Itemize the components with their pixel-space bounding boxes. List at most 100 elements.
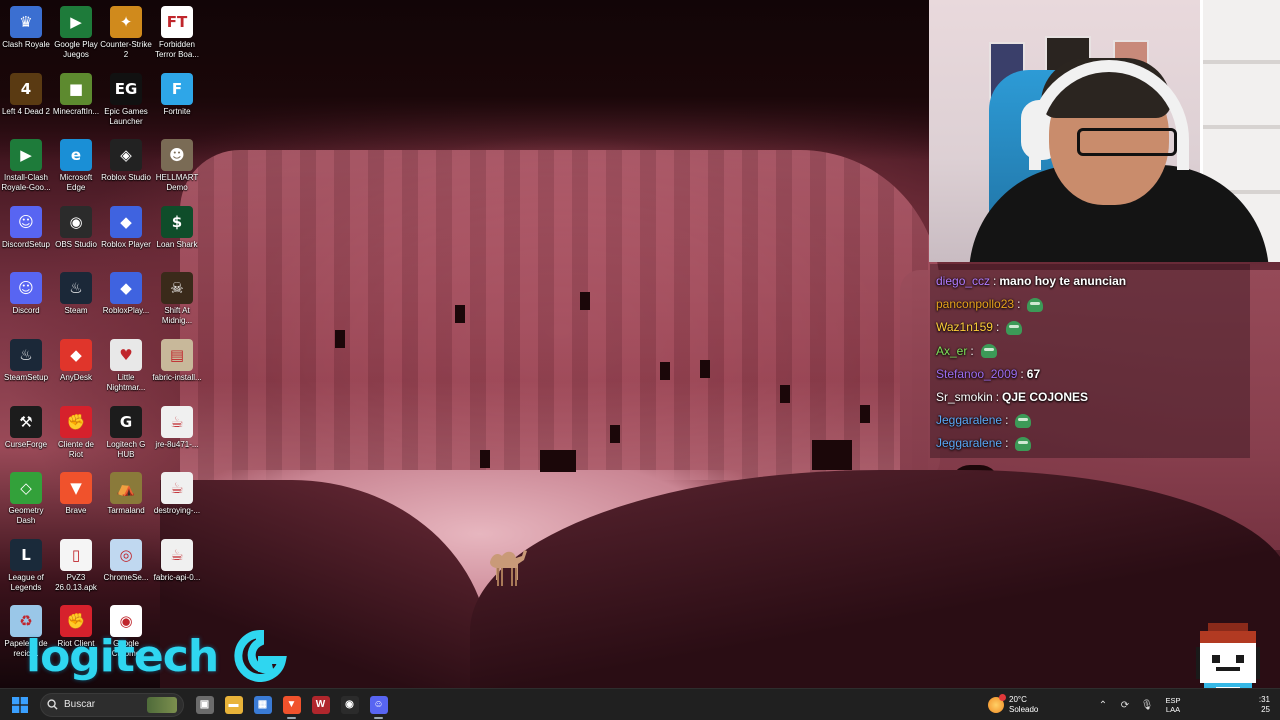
chat-message: Waz1n159: (936, 316, 1244, 339)
desktop-icon[interactable]: FT Forbidden Terror Boa... (151, 2, 203, 66)
desktop-icon[interactable]: $ Loan Shark (151, 202, 203, 266)
taskbar-app-task-view[interactable]: ▣ (190, 689, 219, 720)
webcam-glasses (1077, 128, 1177, 156)
chat-text: QJE COJONES (1002, 390, 1089, 405)
taskbar-app-obs[interactable]: ◉ (335, 689, 364, 720)
windows-logo-icon (12, 696, 28, 713)
desktop-icon-label: RobloxPlay... (102, 306, 150, 316)
chat-separator: : (970, 343, 974, 358)
chat-message: Jeggaralene: (936, 409, 1244, 432)
tray-microphone-icon[interactable]: 🎙 (1136, 689, 1158, 720)
wallpaper-door (480, 450, 490, 468)
desktop-icon[interactable]: ✦ Counter-Strike 2 (100, 2, 152, 66)
desktop-icon[interactable]: ▶ Google Play Juegos (50, 2, 102, 66)
desktop-icon-label: Tarmaland (107, 506, 145, 516)
desktop-icon[interactable]: ▼ Brave (50, 468, 102, 532)
chat-username: Waz1n159 (936, 320, 993, 335)
desktop-icon-label: League of Legends (8, 572, 44, 592)
desktop-icon[interactable]: ♛ Clash Royale (0, 2, 52, 66)
clock-date: 25 (1261, 705, 1270, 714)
app-icon: ☠ (161, 272, 193, 305)
camel-illustration (490, 550, 527, 586)
desktop-icon-label: DiscordSetup (1, 239, 51, 249)
app-icon: ♨ (60, 272, 92, 305)
taskbar-app-store[interactable]: ▦ (248, 689, 277, 720)
desktop-icon[interactable]: ▯ PvZ3 26.0.13.apk (50, 535, 102, 599)
wallpaper-door (812, 440, 852, 470)
desktop-icon[interactable]: ☺ DiscordSetup (0, 202, 52, 266)
desktop-icon-label: ChromeSe... (103, 572, 149, 582)
desktop-icon[interactable]: ◈ Roblox Studio (100, 135, 152, 199)
desktop-icon-label: Clash Royale (2, 40, 50, 49)
desktop-icon[interactable]: ☠ Shift At Midnig... (151, 268, 203, 332)
app-icon: ▶ (10, 139, 42, 172)
desktop-icon[interactable]: ◆ AnyDesk (50, 335, 102, 399)
taskbar-clock[interactable]: :31 25 (1259, 695, 1270, 715)
desktop-icon[interactable]: ◉ OBS Studio (50, 202, 102, 266)
chat-username: Sr_smokin (936, 390, 993, 405)
taskbar-app-file-explorer[interactable]: ▬ (219, 689, 248, 720)
logitech-g-icon (234, 630, 287, 682)
app-icon: ▯ (60, 538, 92, 571)
desktop-icon-label: Forbidden Terror Boa... (154, 40, 199, 59)
desktop-icon-label: Little Nightmar... (106, 373, 146, 392)
desktop-icon[interactable]: ✊ Cliente de Riot (50, 402, 102, 466)
app-icon: ▤ (161, 339, 193, 371)
stream-chat-overlay: diego_ccz: mano hoy te anuncian panconpoll… (930, 264, 1250, 458)
desktop-icon[interactable]: ☕ fabric-api-0... (151, 535, 203, 599)
taskbar-app-game[interactable]: W (306, 689, 335, 720)
chat-username: Ax_er (936, 343, 968, 358)
desktop-icon[interactable]: ◎ ChromeSe... (100, 535, 152, 599)
desktop-icon-label: destroying-... (153, 506, 201, 516)
taskbar-app-brave[interactable]: ▼ (277, 689, 306, 720)
desktop-icon[interactable]: ▤ fabric-install... (151, 335, 203, 399)
taskbar-weather-widget[interactable]: 20°C Soleado (988, 689, 1038, 720)
desktop-icon[interactable]: ☕ destroying-... (151, 468, 203, 532)
desktop-icon-label: fabric-install... (152, 373, 202, 382)
taskbar-app-discord[interactable]: ☺ (364, 689, 393, 720)
weather-temperature: 20°C (1009, 695, 1027, 704)
desktop-icon[interactable]: ◆ RobloxPlay... (100, 268, 152, 332)
search-icon (47, 699, 58, 710)
chat-username: Stefanoo_2009 (936, 366, 1018, 381)
wallpaper-door (455, 305, 465, 323)
desktop-icon-label: AnyDesk (59, 373, 92, 382)
desktop-icon[interactable]: ♨ SteamSetup (0, 335, 52, 399)
tray-network-icon[interactable]: ⟳ (1114, 689, 1136, 720)
desktop-icon[interactable]: ♥ Little Nightmar... (100, 335, 152, 399)
app-icon: ◆ (60, 339, 92, 371)
desktop-icon[interactable]: G Logitech G HUB (100, 402, 152, 466)
desktop-icon[interactable]: 4 Left 4 Dead 2 (0, 69, 52, 133)
desktop-icon-label: Left 4 Dead 2 (1, 106, 51, 116)
wallpaper-door (580, 292, 590, 310)
desktop-icon[interactable]: ◇ Geometry Dash (0, 468, 52, 532)
wallpaper-door (610, 425, 620, 443)
desktop-icon[interactable]: L League of Legends (0, 535, 52, 599)
desktop-icon[interactable]: F Fortnite (151, 69, 203, 133)
desktop-icon[interactable]: ♨ Steam (50, 268, 102, 332)
app-icon: ⛺ (110, 472, 142, 505)
desktop-icon[interactable]: ⛺ Tarmaland (100, 468, 152, 532)
wallpaper-cliff (180, 150, 940, 480)
tray-overflow-chevron-icon[interactable]: ⌃ (1092, 689, 1114, 720)
desktop-icon[interactable]: ▶ Install-Clash Royale-Goo... (0, 135, 52, 199)
desktop-icon[interactable]: ⚒ CurseForge (0, 402, 52, 466)
desktop-icon[interactable]: ■ MinecraftIn... (50, 69, 102, 133)
app-icon: ✦ (110, 6, 142, 38)
desktop-icon-label: fabric-api-0... (153, 572, 201, 582)
desktop-icon[interactable]: ◆ Roblox Player (100, 202, 152, 266)
desktop-icon-label: SteamSetup (3, 373, 49, 382)
search-placeholder: Buscar (64, 699, 96, 710)
weather-sun-icon (988, 694, 1006, 713)
taskbar-search-box[interactable]: Buscar (40, 692, 184, 717)
app-icon: ⚒ (10, 405, 42, 438)
desktop-icon[interactable]: ☕ jre-8u471-... (151, 402, 203, 466)
input-language-indicator[interactable]: ESP LAA (1160, 696, 1186, 714)
keyboard-layout-code: LAA (1165, 705, 1181, 714)
desktop-icon[interactable]: e Microsoft Edge (50, 135, 102, 199)
start-button[interactable] (0, 689, 40, 720)
desktop-icon[interactable]: EG Epic Games Launcher (100, 69, 152, 133)
app-icon: ♨ (10, 339, 42, 371)
desktop-icon[interactable]: ☺ Discord (0, 268, 52, 332)
desktop-icon[interactable]: ☻ HELLMART Demo (151, 135, 203, 199)
